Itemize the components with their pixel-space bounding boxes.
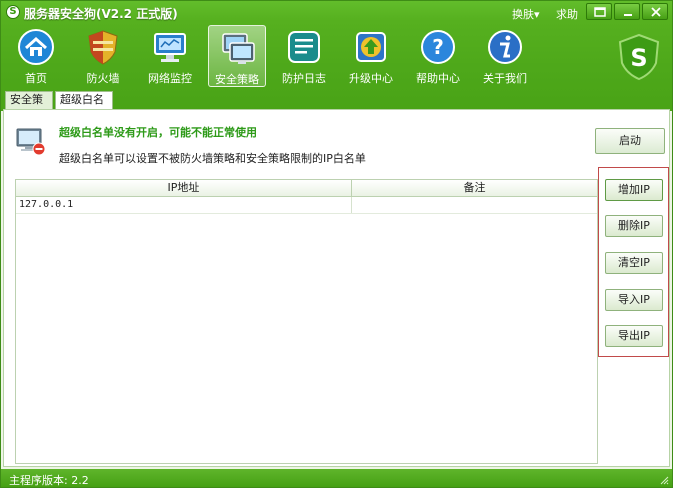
column-header-note[interactable]: 备注 <box>352 180 597 197</box>
delete-ip-button[interactable]: 删除IP <box>605 215 663 237</box>
whitelist-description: 超级白名单可以设置不被防火墙策略和安全策略限制的IP白名单 <box>59 152 366 165</box>
column-header-ip[interactable]: IP地址 <box>16 180 352 197</box>
ip-action-group: 增加IP 删除IP 清空IP 导入IP 导出IP <box>598 167 669 357</box>
title-bar[interactable]: S 服务器安全狗(V2.2 正式版) 换肤▾ 求助 <box>1 1 672 23</box>
toolbar-item-security-policy[interactable]: 安全策略 <box>208 25 266 87</box>
status-bar: 主程序版本: 2.2 <box>1 469 672 487</box>
restore-icon <box>594 7 606 17</box>
svg-text:S: S <box>630 44 647 72</box>
toolbar-label: 防火墙 <box>86 72 120 85</box>
note-cell <box>352 197 597 213</box>
home-icon <box>18 29 54 65</box>
toolbar-label: 升级中心 <box>349 72 393 85</box>
table-row[interactable]: 127.0.0.1 <box>16 197 597 214</box>
svg-text:?: ? <box>432 35 444 59</box>
minimize-icon <box>624 14 632 16</box>
ip-cell: 127.0.0.1 <box>16 197 352 213</box>
minimize-button[interactable] <box>614 3 640 20</box>
log-icon <box>288 31 320 63</box>
shield-icon <box>88 30 118 65</box>
toolbar-label: 防护日志 <box>282 72 326 85</box>
toolbar-label: 关于我们 <box>483 72 527 85</box>
window-title: 服务器安全狗(V2.2 正式版) <box>24 7 178 21</box>
clear-ip-button[interactable]: 清空IP <box>605 252 663 274</box>
app-logo-icon: S <box>6 5 20 19</box>
toolbar-item-about-us[interactable]: 关于我们 <box>476 25 534 87</box>
help-icon: ? <box>421 30 455 64</box>
about-icon <box>488 30 522 64</box>
toolbar-label: 帮助中心 <box>416 72 460 85</box>
toolbar-item-protection-log[interactable]: 防护日志 <box>275 25 333 87</box>
toolbar-label: 安全策略 <box>215 73 259 86</box>
whitelist-panel: 超级白名单没有开启，可能不能正常使用 超级白名单可以设置不被防火墙策略和安全策略… <box>3 109 670 467</box>
toolbar-item-upgrade-center[interactable]: 升级中心 <box>342 25 400 87</box>
toolbar-label: 网络监控 <box>148 72 192 85</box>
toolbar-item-network-monitor[interactable]: 网络监控 <box>141 25 199 87</box>
restore-button[interactable] <box>586 3 612 20</box>
whitelist-warning: 超级白名单没有开启，可能不能正常使用 <box>59 126 257 139</box>
resize-grip-icon[interactable] <box>659 475 669 485</box>
start-whitelist-button[interactable]: 启动 <box>595 128 665 154</box>
help-link[interactable]: 求助 <box>556 6 578 22</box>
monitor-warning-icon <box>16 128 46 156</box>
ip-whitelist-table: IP地址 备注 127.0.0.1 <box>15 179 598 464</box>
toolbar-item-home[interactable]: 首页 <box>7 25 65 87</box>
tab-security-policy[interactable]: 安全策略 <box>5 91 53 122</box>
upgrade-icon <box>356 32 386 62</box>
brand-shield-icon: S <box>618 33 660 81</box>
app-window: S 服务器安全狗(V2.2 正式版) 换肤▾ 求助 首页 防火墙 网络监控 安全… <box>0 0 673 488</box>
export-ip-button[interactable]: 导出IP <box>605 325 663 347</box>
main-toolbar: 首页 防火墙 网络监控 安全策略 防护日志 升级中心 ? 帮助中心 关于我们 S <box>1 25 672 87</box>
import-ip-button[interactable]: 导入IP <box>605 289 663 311</box>
tab-super-whitelist[interactable]: 超级白名单 <box>55 91 113 122</box>
network-monitor-icon <box>154 33 186 62</box>
toolbar-label: 首页 <box>25 72 47 85</box>
close-button[interactable] <box>642 3 668 20</box>
add-ip-button[interactable]: 增加IP <box>605 179 663 201</box>
toolbar-item-help-center[interactable]: ? 帮助中心 <box>409 25 467 87</box>
close-icon <box>651 7 661 17</box>
security-policy-icon <box>222 33 255 64</box>
version-text: 主程序版本: 2.2 <box>9 474 89 487</box>
toolbar-item-firewall[interactable]: 防火墙 <box>74 25 132 87</box>
tab-strip: 安全策略 超级白名单 <box>1 91 672 122</box>
skin-menu-link[interactable]: 换肤▾ <box>512 6 540 22</box>
